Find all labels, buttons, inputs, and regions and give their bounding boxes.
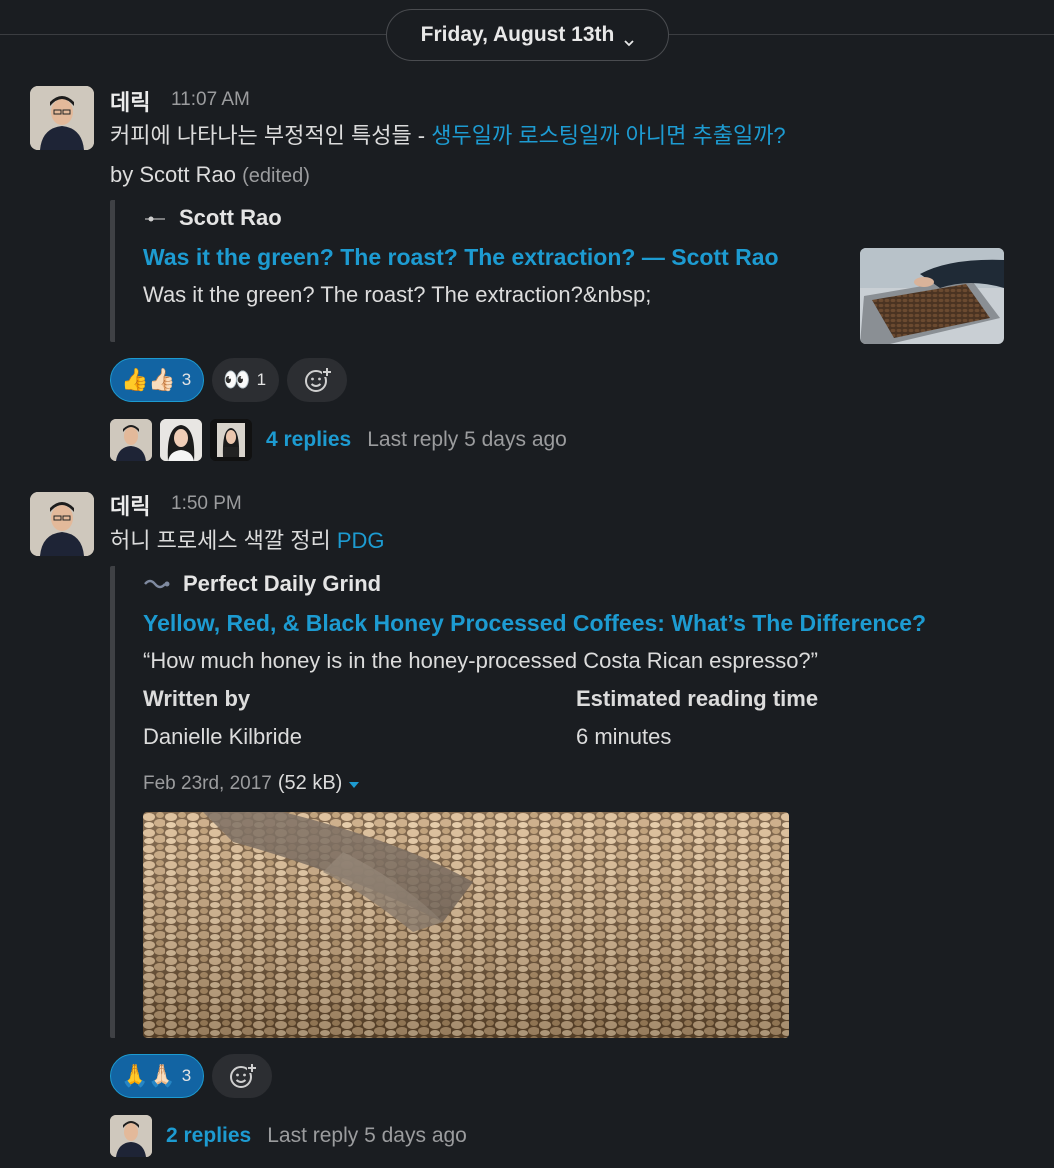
file-meta: Feb 23rd, 2017 (52 kB): [143, 772, 360, 795]
replies-count[interactable]: 4 replies: [266, 428, 351, 452]
reaction-count: 3: [181, 370, 192, 389]
service-name: Scott Rao: [179, 205, 282, 230]
last-reply-time: Last reply 5 days ago: [267, 1124, 467, 1147]
reply-avatar: [160, 419, 202, 461]
timestamp[interactable]: 1:50 PM: [171, 493, 242, 515]
message-link[interactable]: 생두일까 로스팅일까 아니면 추출일까?: [431, 123, 785, 148]
message-text-plain: 허니 프로세스 색깔 정리: [110, 528, 337, 553]
message-text: 커피에 나타나는 부정적인 특성들 - 생두일까 로스팅일까 아니면 추출일까?: [110, 117, 786, 155]
field-reading-time-title: Estimated reading time: [576, 686, 819, 711]
reply-avatar: [110, 419, 152, 461]
field-reading-time-value: 6 minutes: [576, 724, 672, 749]
reaction-eyes[interactable]: 👀 1: [212, 358, 280, 402]
field-author-value: Danielle Kilbride: [143, 724, 302, 749]
reaction-pray[interactable]: 🙏🙏🏻 3: [110, 1054, 205, 1098]
add-reaction-icon: [230, 1063, 258, 1088]
message-text: 허니 프로세스 색깔 정리 PDG: [110, 522, 385, 560]
unfurl-thumbnail[interactable]: [860, 248, 1004, 344]
thread-summary[interactable]: 2 replies Last reply 5 days ago: [110, 1114, 467, 1158]
sender-name[interactable]: 데릭: [110, 489, 150, 521]
unfurl-title[interactable]: Yellow, Red, & Black Honey Processed Cof…: [143, 610, 926, 637]
last-reply-time: Last reply 5 days ago: [367, 428, 567, 451]
sender-name[interactable]: 데릭: [110, 85, 150, 117]
add-reaction-button[interactable]: [212, 1054, 273, 1098]
link-unfurl: Scott Rao Was it the green? The roast? T…: [110, 200, 1010, 344]
reaction-thumbsup[interactable]: 👍👍🏻 3: [110, 358, 205, 402]
date-jump-button[interactable]: Friday, August 13th: [386, 9, 669, 61]
add-reaction-button[interactable]: [287, 358, 348, 402]
unfurl-service: Perfect Daily Grind: [143, 571, 381, 597]
unfurl-title[interactable]: Was it the green? The roast? The extract…: [143, 244, 779, 271]
message-text-byline: by Scott Rao: [110, 162, 236, 187]
file-date: Feb 23rd, 2017: [143, 772, 272, 794]
date-divider: Friday, August 13th: [0, 0, 1054, 70]
timestamp[interactable]: 11:07 AM: [171, 89, 250, 111]
add-reaction-icon: [305, 367, 333, 392]
replies-count[interactable]: 2 replies: [166, 1124, 251, 1148]
unfurl-description: “How much honey is in the honey-processe…: [143, 648, 818, 673]
chevron-down-icon: [624, 30, 634, 47]
edited-label: (edited): [242, 165, 310, 187]
message-text-line2: by Scott Rao (edited): [110, 156, 310, 195]
reply-avatar: [210, 419, 252, 461]
service-name: Perfect Daily Grind: [183, 571, 382, 596]
file-size: (52 kB): [277, 772, 343, 794]
unfurl-description: Was it the green? The roast? The extract…: [143, 282, 652, 307]
pray-emoji: 🙏🙏🏻: [121, 1063, 176, 1088]
date-label: Friday, August 13th: [420, 23, 615, 46]
message-text-plain: 커피에 나타나는 부정적인 특성들 -: [110, 123, 432, 148]
thread-summary[interactable]: 4 replies Last reply 5 days ago: [110, 418, 567, 462]
reaction-bar: 👍👍🏻 3 👀 1: [110, 358, 348, 402]
reaction-bar: 🙏🙏🏻 3: [110, 1054, 273, 1098]
unfurl-service: Scott Rao: [143, 205, 282, 231]
avatar[interactable]: [30, 492, 94, 556]
service-icon: [143, 571, 171, 597]
reaction-count: 1: [256, 370, 267, 389]
unfurl-image[interactable]: [143, 812, 789, 1038]
reply-avatar: [110, 1115, 152, 1157]
link-unfurl: Perfect Daily Grind Yellow, Red, & Black…: [110, 566, 1010, 1038]
service-icon: [143, 205, 167, 231]
message-link[interactable]: PDG: [337, 528, 385, 553]
field-author-title: Written by: [143, 686, 251, 711]
reaction-count: 3: [181, 1066, 192, 1085]
avatar[interactable]: [30, 86, 94, 150]
caret-down-icon[interactable]: [348, 773, 360, 795]
eyes-emoji: 👀: [223, 367, 251, 392]
thumbsup-emoji: 👍👍🏻: [121, 367, 176, 392]
